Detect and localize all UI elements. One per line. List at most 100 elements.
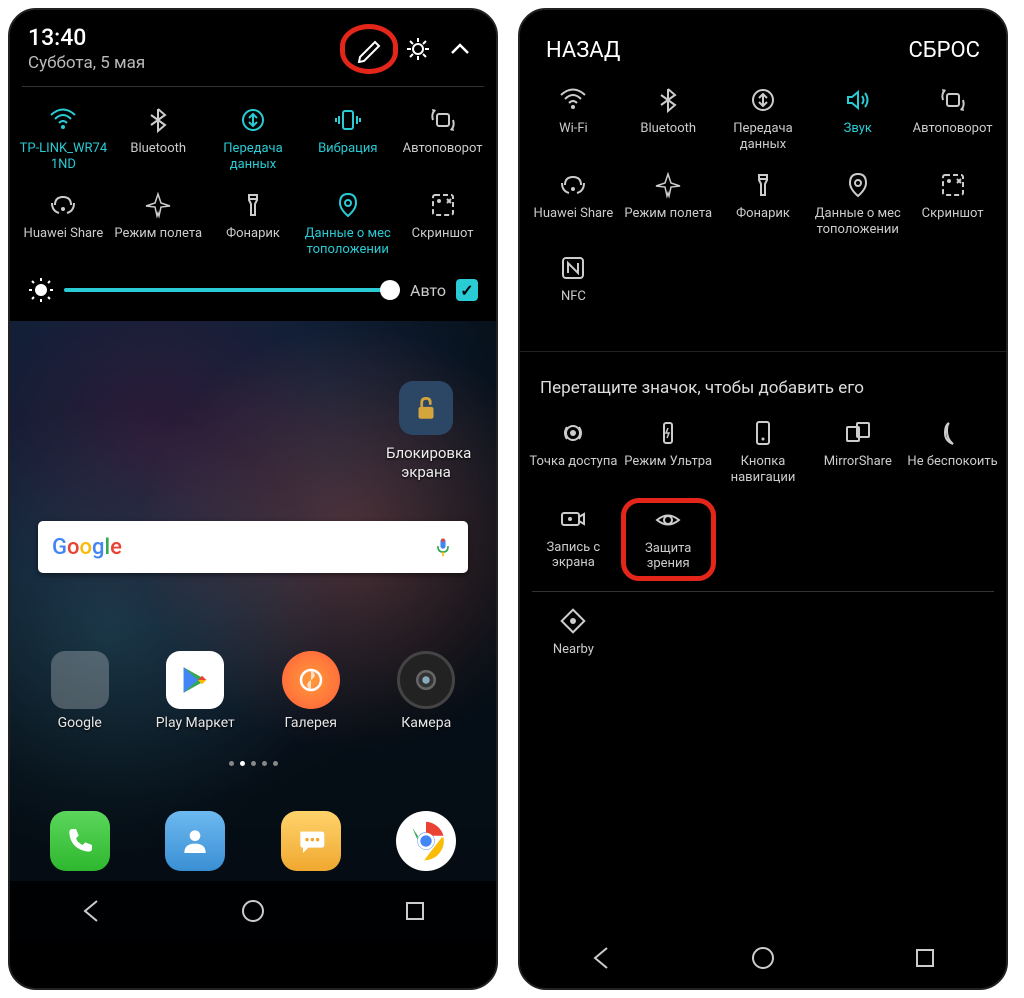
tile-bluetooth[interactable]: Bluetooth xyxy=(621,81,716,156)
tile-label: Не беспокоить xyxy=(907,454,997,484)
torch-icon xyxy=(749,170,777,200)
app-play-market[interactable]: Play Маркет xyxy=(153,651,237,731)
tile-mirror[interactable]: MirrorShare xyxy=(810,414,905,489)
home-screen: Блокировка экрана Google Google Play Мар… xyxy=(10,321,496,941)
mic-icon[interactable] xyxy=(432,536,454,558)
reset-button[interactable]: СБРОС xyxy=(908,38,980,63)
tile-label: Звук xyxy=(844,121,872,151)
rotate-icon xyxy=(429,105,457,135)
tile-vibrate[interactable]: Вибрация xyxy=(300,101,395,176)
back-button[interactable]: НАЗАД xyxy=(546,38,620,63)
nav-recent[interactable] xyxy=(401,897,429,925)
tile-label: Nearby xyxy=(553,642,594,672)
qs-tiles-grid: TP-LINK_WR74 1NDBluetoothПередача данных… xyxy=(10,93,496,263)
edit-icon[interactable] xyxy=(351,31,387,67)
tile-label: Автоповорот xyxy=(913,121,993,151)
dock-phone[interactable] xyxy=(50,811,110,871)
record-icon xyxy=(559,504,587,534)
tile-label: TP-LINK_WR74 1ND xyxy=(20,141,108,172)
share-icon xyxy=(559,170,587,200)
ultra-icon xyxy=(654,418,682,448)
app-label: Камера xyxy=(401,715,451,731)
tile-nfc[interactable]: NFC xyxy=(526,249,621,323)
auto-brightness-checkbox[interactable]: ✓ xyxy=(456,279,478,301)
brightness-row: Авто ✓ xyxy=(10,263,496,321)
bluetooth-icon xyxy=(144,105,172,135)
vibrate-icon xyxy=(334,105,362,135)
tile-screenshot[interactable]: Скриншот xyxy=(395,186,490,261)
tile-label: Bluetooth xyxy=(640,121,696,151)
torch-icon xyxy=(239,190,267,220)
tile-dnd[interactable]: Не беспокоить xyxy=(905,414,1000,489)
app-label: Play Маркет xyxy=(156,715,235,731)
tile-location[interactable]: Данные о мес тоположении xyxy=(810,166,905,241)
tile-sound[interactable]: Звук xyxy=(810,81,905,156)
hotspot-icon xyxy=(559,418,587,448)
tile-airplane[interactable]: Режим полета xyxy=(621,166,716,241)
lock-widget[interactable]: Блокировка экрана xyxy=(386,381,466,481)
tile-torch[interactable]: Фонарик xyxy=(206,186,301,261)
tile-eye[interactable]: Защита зрения xyxy=(621,498,716,581)
tile-share[interactable]: Huawei Share xyxy=(16,186,111,261)
tile-label: Wi-Fi xyxy=(559,121,588,151)
nav-home[interactable] xyxy=(749,944,777,972)
play-icon xyxy=(166,651,224,709)
tile-hotspot[interactable]: Точка доступа xyxy=(526,414,621,489)
settings-icon[interactable] xyxy=(400,31,436,67)
nav-home[interactable] xyxy=(239,897,267,925)
data-icon xyxy=(749,85,777,115)
nav-back[interactable] xyxy=(587,944,615,972)
sun-icon xyxy=(28,277,54,303)
mirror-icon xyxy=(844,418,872,448)
tile-label: Автоповорот xyxy=(403,141,483,171)
tile-airplane[interactable]: Режим полета xyxy=(111,186,206,261)
folder-icon xyxy=(51,651,109,709)
clock-date: Суббота, 5 мая xyxy=(28,53,145,73)
brightness-slider[interactable] xyxy=(64,288,400,292)
tile-label: Точка доступа xyxy=(529,454,617,484)
tile-screenshot[interactable]: Скриншот xyxy=(905,166,1000,241)
nfc-row: NFC xyxy=(520,245,1006,339)
dock-chrome[interactable] xyxy=(396,811,456,871)
app-google-folder[interactable]: Google xyxy=(38,651,122,731)
google-logo: Google xyxy=(52,535,122,560)
airplane-icon xyxy=(144,190,172,220)
nav-back[interactable] xyxy=(77,897,105,925)
tile-label: Скриншот xyxy=(922,206,984,236)
app-camera[interactable]: Камера xyxy=(384,651,468,731)
lock-icon xyxy=(399,381,453,435)
highlight-edit-icon xyxy=(340,24,398,74)
tile-label: Huawei Share xyxy=(24,226,104,256)
tile-label: Режим Ультра xyxy=(624,454,712,484)
app-label: Галерея xyxy=(285,715,337,731)
divider xyxy=(532,591,994,592)
tile-data[interactable]: Передача данных xyxy=(716,81,811,156)
tile-torch[interactable]: Фонарик xyxy=(716,166,811,241)
dock-messages[interactable] xyxy=(281,811,341,871)
tile-wifi[interactable]: TP-LINK_WR74 1ND xyxy=(16,101,111,176)
tile-record[interactable]: Запись с экрана xyxy=(526,500,621,581)
tile-bluetooth[interactable]: Bluetooth xyxy=(111,101,206,176)
tile-rotate[interactable]: Автоповорот xyxy=(905,81,1000,156)
google-search-bar[interactable]: Google xyxy=(38,521,468,573)
tile-wifi[interactable]: Wi-Fi xyxy=(526,81,621,156)
tile-data[interactable]: Передача данных xyxy=(206,101,301,176)
tile-navbutton[interactable]: Кнопка навигации xyxy=(716,414,811,489)
app-label: Google xyxy=(58,715,102,731)
divider xyxy=(22,86,484,87)
tile-nearby[interactable]: Nearby xyxy=(526,602,621,676)
navigation-bar xyxy=(520,928,1006,988)
app-row: Google Play Маркет Галерея Камера xyxy=(10,651,496,731)
tile-ultra[interactable]: Режим Ультра xyxy=(621,414,716,489)
nearby-icon xyxy=(559,606,587,636)
app-gallery[interactable]: Галерея xyxy=(269,651,353,731)
tile-label: Данные о мес тоположении xyxy=(815,206,901,237)
dock-contacts[interactable] xyxy=(165,811,225,871)
tile-rotate[interactable]: Автоповорот xyxy=(395,101,490,176)
tile-location[interactable]: Данные о мес тоположении xyxy=(300,186,395,261)
tile-share[interactable]: Huawei Share xyxy=(526,166,621,241)
available-section-title: Перетащите значок, чтобы добавить его xyxy=(520,351,1006,410)
phone-right: НАЗАД СБРОС Wi-Fi Bluetooth Передача данны… xyxy=(518,8,1008,990)
collapse-icon[interactable] xyxy=(442,31,478,67)
nav-recent[interactable] xyxy=(911,944,939,972)
